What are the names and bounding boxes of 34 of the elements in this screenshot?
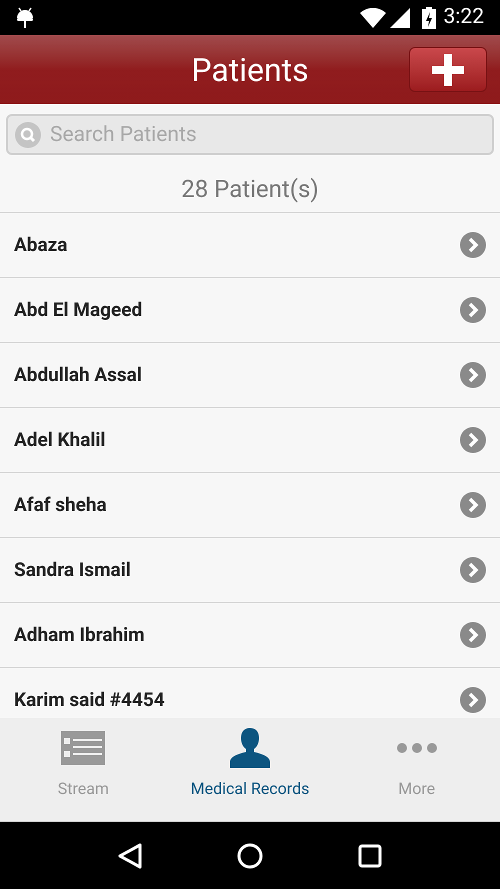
- patient-name: Sandra Ismail: [14, 556, 132, 583]
- patient-name: Afaf sheha: [14, 492, 108, 518]
- more-icon: [396, 743, 437, 753]
- person-icon: [229, 728, 271, 768]
- chevron-icon: [460, 687, 486, 713]
- chevron-icon: [460, 622, 486, 648]
- chevron-icon: [460, 232, 486, 258]
- back-icon[interactable]: [118, 842, 142, 868]
- chevron-icon: [460, 362, 486, 388]
- search-field[interactable]: Search Patients: [6, 114, 494, 155]
- signal-icon: [390, 8, 410, 28]
- chevron-icon: [460, 427, 486, 453]
- wifi-icon: [360, 8, 386, 28]
- page-title: Patients: [191, 50, 309, 90]
- home-icon[interactable]: [236, 842, 263, 868]
- patient-name: Adel Khalil: [14, 426, 106, 453]
- search-icon: [15, 122, 41, 148]
- android-icon: [16, 6, 34, 28]
- recents-icon[interactable]: [358, 844, 382, 868]
- patient-name: Abdullah Assal: [14, 362, 143, 388]
- list-icon: [61, 731, 106, 765]
- clock: 3:22: [444, 4, 484, 31]
- patient-count: 28 Patient(s): [181, 174, 319, 204]
- tab[interactable]: Medical Records: [166, 718, 334, 821]
- patient-name: Adham Ibrahim: [14, 622, 146, 648]
- patient-name: Abaza: [14, 232, 68, 258]
- battery-icon: [422, 6, 436, 28]
- patient-name: Karim said #4454: [14, 686, 166, 713]
- chevron-icon: [460, 557, 486, 583]
- patient-name: Abd El Mageed: [14, 296, 144, 323]
- chevron-icon: [460, 492, 486, 518]
- plus-icon: [432, 54, 464, 86]
- add-button[interactable]: [409, 47, 487, 92]
- chevron-icon: [460, 297, 486, 323]
